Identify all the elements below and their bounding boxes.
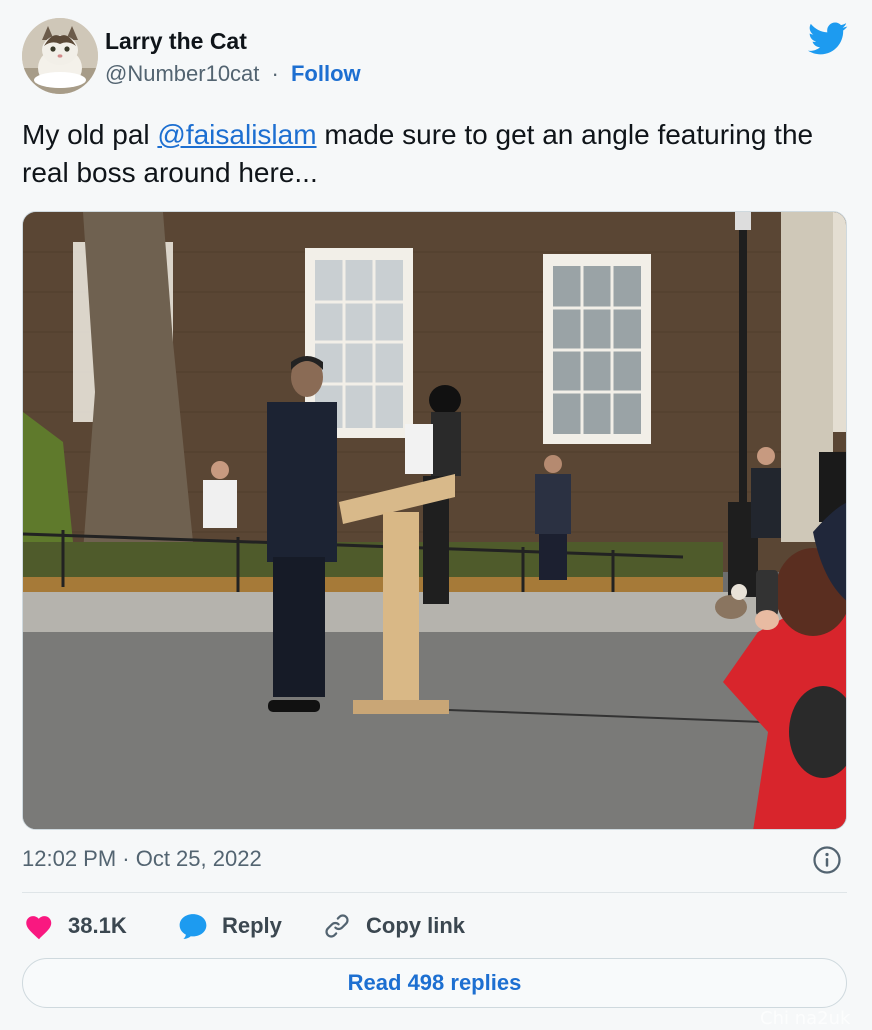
tweet-card: Larry the Cat @Number10cat · Follow My o… <box>0 0 872 1030</box>
author-handle-row: @Number10cat · Follow <box>105 61 361 87</box>
author-avatar[interactable] <box>22 18 98 94</box>
twitter-bird-icon[interactable] <box>808 22 848 56</box>
tweet-timestamp[interactable]: 12:02 PM · Oct 25, 2022 <box>22 846 262 872</box>
tweet-text: My old pal @faisalislam made sure to get… <box>22 116 842 192</box>
tweet-photo[interactable] <box>22 211 847 830</box>
cat-avatar-image <box>22 18 98 94</box>
like-button[interactable]: 38.1K <box>24 906 127 946</box>
info-icon[interactable] <box>812 845 842 875</box>
follow-link[interactable]: Follow <box>291 61 361 86</box>
divider <box>22 892 847 893</box>
copy-link-label: Copy link <box>366 913 466 938</box>
mention-link[interactable]: @faisalislam <box>157 119 316 150</box>
author-handle[interactable]: @Number10cat <box>105 61 259 86</box>
reply-label: Reply <box>222 913 282 938</box>
read-replies-button[interactable]: Read 498 replies <box>22 958 847 1008</box>
watermark: Chi na2uk <box>760 1008 851 1029</box>
tweet-text-before: My old pal <box>22 119 158 150</box>
link-icon <box>325 914 349 938</box>
author-name[interactable]: Larry the Cat <box>105 28 247 55</box>
like-count: 38.1K <box>68 913 127 938</box>
downing-street-photo <box>23 212 846 829</box>
handle-separator: · <box>271 61 279 86</box>
speech-bubble-icon <box>179 914 207 939</box>
reply-button[interactable]: Reply <box>178 906 282 946</box>
heart-icon <box>26 916 52 940</box>
copy-link-button[interactable]: Copy link <box>322 906 465 946</box>
